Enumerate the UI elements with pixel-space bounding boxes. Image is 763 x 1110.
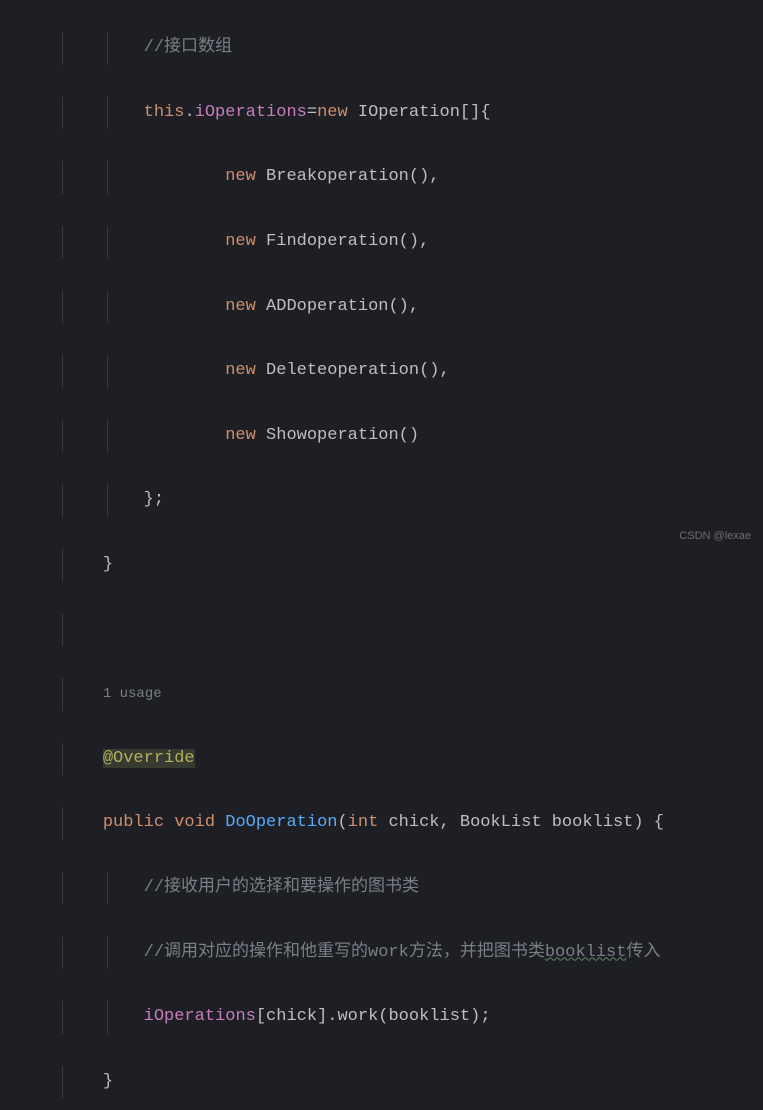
comment: //调用对应的操作和他重写的work方法，并把图书类booklist传入 <box>144 943 661 962</box>
code-line: //接口数组 <box>42 32 763 64</box>
new-keyword: new <box>317 103 348 122</box>
method-name: DoOperation <box>225 813 337 832</box>
comment: //接收用户的选择和要操作的图书类 <box>144 878 419 897</box>
watermark: CSDN @lexae <box>679 526 751 547</box>
field-ref: iOperations <box>195 103 307 122</box>
code-line: new Findoperation(), <box>42 226 763 258</box>
this-keyword: this <box>144 103 185 122</box>
usage-hint[interactable]: 1 usage <box>103 686 162 702</box>
comment: //接口数组 <box>144 38 232 57</box>
code-line: } <box>42 1066 763 1098</box>
field-ref: iOperations <box>144 1007 256 1026</box>
code-line: new Breakoperation(), <box>42 161 763 193</box>
code-line: this.iOperations=new IOperation[]{ <box>42 97 763 129</box>
code-line: iOperations[chick].work(booklist); <box>42 1001 763 1033</box>
code-line: //调用对应的操作和他重写的work方法，并把图书类booklist传入 <box>42 937 763 969</box>
code-line: new Deleteoperation(), <box>42 355 763 387</box>
code-line: new Showoperation() <box>42 420 763 452</box>
code-line: } <box>42 549 763 581</box>
code-line: new ADDoperation(), <box>42 291 763 323</box>
code-line: }; <box>42 484 763 516</box>
spellcheck-warning: booklist <box>545 943 627 962</box>
code-line: 1 usage <box>42 678 763 710</box>
code-editor-content[interactable]: //接口数组 this.iOperations=new IOperation[]… <box>42 0 763 1110</box>
override-annotation: @Override <box>103 749 195 768</box>
code-line: //接收用户的选择和要操作的图书类 <box>42 872 763 904</box>
code-line: public void DoOperation(int chick, BookL… <box>42 807 763 839</box>
code-line: @Override <box>42 743 763 775</box>
code-line <box>42 614 763 646</box>
